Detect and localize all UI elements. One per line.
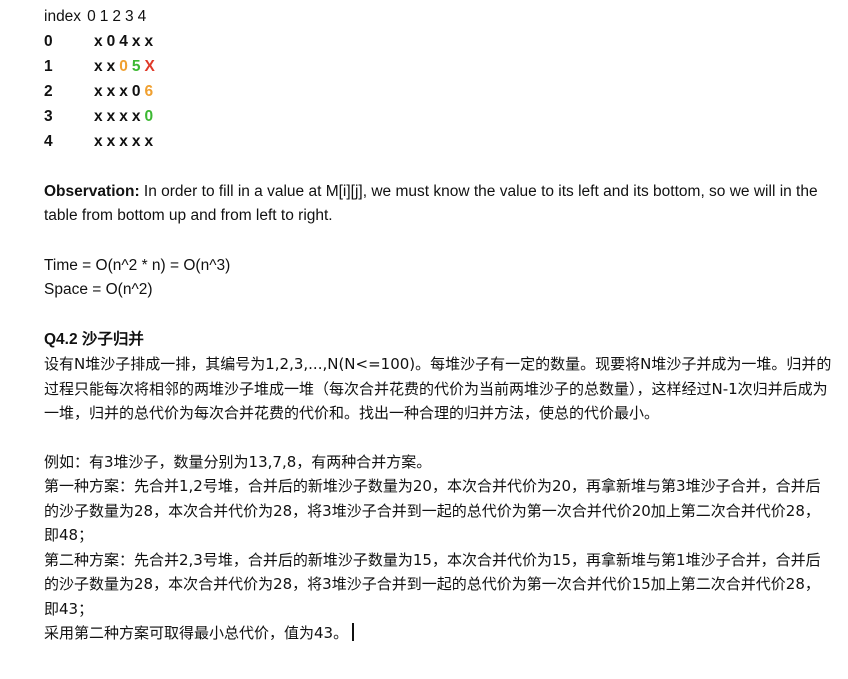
- table-cell: x: [106, 108, 116, 125]
- observation-text: In order to fill in a value at M[i][j], …: [44, 183, 818, 224]
- row-index: 3: [44, 108, 53, 125]
- dp-table-header: index 0 1 2 3 4: [44, 4, 834, 29]
- row-index: 2: [44, 83, 53, 100]
- dp-table-row: 1 xx05X: [44, 54, 834, 79]
- table-cell: x: [144, 133, 154, 150]
- complexity-block: Time = O(n^2 * n) = O(n^3) Space = O(n^2…: [44, 254, 834, 302]
- space-complexity: Space = O(n^2): [44, 281, 153, 298]
- table-cell: x: [119, 133, 128, 150]
- dp-table-row: 3xxxx0: [44, 104, 834, 129]
- header-cols: 01234: [87, 8, 150, 25]
- question-title: Q4.2 沙子归并: [44, 331, 144, 348]
- table-cell: 0: [106, 33, 116, 50]
- table-cell-highlight: 0: [119, 58, 128, 75]
- example-conclusion: 采用第二种方案可取得最小总代价，值为43。: [44, 624, 349, 642]
- question-body: 设有N堆沙子排成一排，其编号为1,2,3,...,N(N<=100)。每堆沙子有…: [44, 355, 832, 422]
- example-section: 例如：有3堆沙子，数量分别为13,7,8，有两种合并方案。 第一种方案：先合并1…: [44, 450, 834, 646]
- table-cell: x: [106, 133, 116, 150]
- table-cell-highlight: 0: [144, 108, 154, 125]
- table-cell: x: [94, 58, 103, 75]
- table-cell: x: [106, 58, 116, 75]
- table-cell: x: [144, 33, 154, 50]
- dp-table-row: 0x04xx: [44, 29, 834, 54]
- row-index: 4: [44, 133, 53, 150]
- dp-table: index 0 1 2 3 4 0x04xx 1xx05X 2xxx06 3xxxx0 4…: [44, 4, 834, 154]
- row-index: 1: [44, 58, 53, 75]
- table-cell: x: [131, 33, 141, 50]
- table-cell: x: [94, 108, 103, 125]
- table-cell: x: [119, 108, 128, 125]
- table-cell: x: [94, 83, 103, 100]
- document: index 0 1 2 3 4 0x04xx 1xx05X 2xxx06 3xxxx0 4…: [44, 4, 834, 646]
- table-cell: x: [106, 83, 116, 100]
- table-cell: 4: [119, 33, 128, 50]
- example-conclusion-line: 采用第二种方案可取得最小总代价，值为43。: [44, 621, 834, 646]
- table-cell: x: [94, 33, 103, 50]
- example-plan-2: 第二种方案：先合并2,3号堆，合并后的新堆沙子数量为15，本次合并代价为15，再…: [44, 550, 821, 618]
- table-cell: x: [119, 83, 128, 100]
- dp-table-row: 4xxxxx: [44, 129, 834, 154]
- table-cell: 0: [131, 83, 141, 100]
- text-cursor: [352, 623, 355, 641]
- table-cell-highlight: 6: [144, 83, 154, 100]
- question-section: Q4.2 沙子归并 设有N堆沙子排成一排，其编号为1,2,3,...,N(N<=…: [44, 328, 834, 426]
- table-cell-highlight: 5: [131, 58, 141, 75]
- observation-label: Observation:: [44, 183, 140, 200]
- header-col: 4: [137, 8, 147, 25]
- header-col: 2: [112, 8, 121, 25]
- header-col: 1: [99, 8, 109, 25]
- row-index: 0: [44, 33, 53, 50]
- dp-table-row: 2xxx06: [44, 79, 834, 104]
- header-col: 3: [124, 8, 134, 25]
- table-cell: x: [94, 133, 103, 150]
- example-intro: 例如：有3堆沙子，数量分别为13,7,8，有两种合并方案。: [44, 452, 432, 471]
- header-col: 0: [87, 8, 96, 25]
- table-cell: x: [131, 133, 141, 150]
- header-label: index: [44, 8, 82, 25]
- table-cell: x: [131, 108, 141, 125]
- time-complexity: Time = O(n^2 * n) = O(n^3): [44, 257, 231, 274]
- example-plan-1: 第一种方案：先合并1,2号堆，合并后的新堆沙子数量为20，本次合并代价为20，再…: [44, 477, 821, 544]
- observation-paragraph: Observation: In order to fill in a value…: [44, 180, 834, 228]
- table-cell-highlight: X: [144, 58, 155, 75]
